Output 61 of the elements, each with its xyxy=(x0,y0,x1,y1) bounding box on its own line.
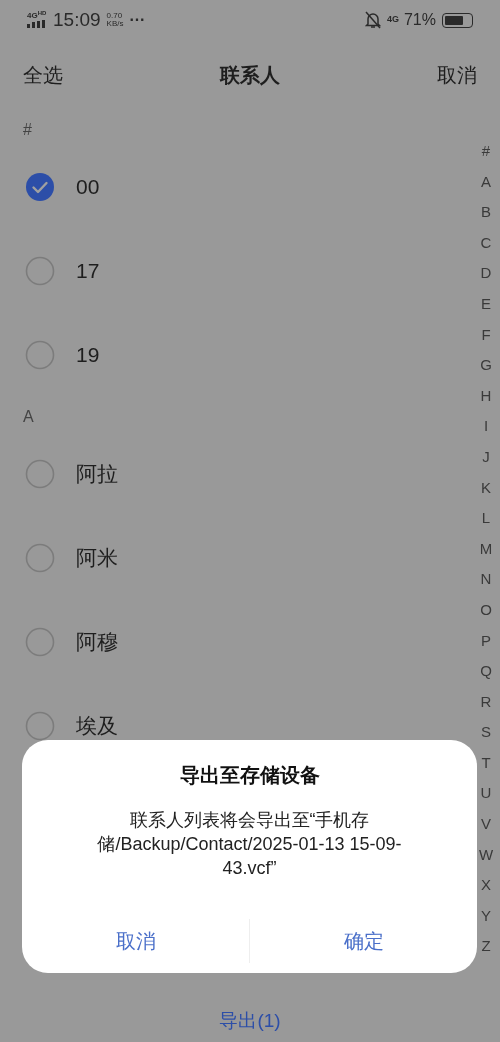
index-letter[interactable]: Z xyxy=(481,931,491,963)
contact-name[interactable]: 00 xyxy=(76,175,100,199)
speed-value: 0.70 xyxy=(106,12,124,20)
index-letter[interactable]: V xyxy=(481,809,491,840)
index-letter[interactable]: C xyxy=(480,227,492,259)
checkbox-icon[interactable] xyxy=(25,543,55,573)
battery-fill xyxy=(445,15,463,25)
network-label: 4G$^{HD}$ xyxy=(27,12,47,20)
checkbox-icon[interactable] xyxy=(25,256,55,286)
section-letter: # xyxy=(23,119,32,140)
section-letter: A xyxy=(23,406,34,427)
index-letter[interactable]: A xyxy=(481,166,491,198)
checkbox-icon[interactable] xyxy=(25,459,55,489)
index-letter[interactable]: F xyxy=(481,319,491,351)
dialog-button[interactable]: 取消 xyxy=(99,919,172,963)
contact-name[interactable]: 17 xyxy=(76,259,100,283)
index-letter[interactable]: Y xyxy=(481,900,491,932)
contact-name[interactable]: 19 xyxy=(76,343,100,367)
checkbox-icon[interactable] xyxy=(25,711,55,741)
clock: 15:09 xyxy=(53,7,101,32)
dialog-title: 导出至存储设备 xyxy=(179,763,320,788)
dialog-message: 联系人列表将会导出至“手机存储/Backup/Contact/2025-01-13 15-09-43.vcf” xyxy=(96,809,403,880)
index-letter[interactable]: I xyxy=(483,411,489,442)
speed-unit: KB/s xyxy=(106,20,124,28)
index-letter[interactable]: P xyxy=(481,625,491,657)
page-title: 联系人 xyxy=(220,63,280,88)
checkbox-icon[interactable] xyxy=(25,627,55,657)
select-all-button[interactable]: 全选 xyxy=(23,60,63,90)
mobile-data-label: 4G xyxy=(386,13,399,27)
contact-name[interactable]: 阿拉 xyxy=(76,462,118,486)
index-letter[interactable]: X xyxy=(481,870,491,901)
index-letter[interactable]: E xyxy=(481,288,491,320)
index-letter[interactable]: Q xyxy=(480,656,492,687)
index-letter[interactable]: T xyxy=(481,747,491,779)
index-letter[interactable]: B xyxy=(481,197,491,228)
index-letter[interactable]: M xyxy=(479,533,493,565)
muted-bell-icon xyxy=(364,11,381,29)
index-letter[interactable]: G xyxy=(480,350,492,381)
contact-name[interactable]: 阿穆 xyxy=(76,630,118,654)
battery-percent: 71% xyxy=(403,10,436,30)
index-letter[interactable]: K xyxy=(481,472,491,504)
checkbox-icon[interactable] xyxy=(25,340,55,370)
index-letter[interactable]: S xyxy=(481,717,491,748)
export-button[interactable]: 导出(1) xyxy=(219,1006,281,1036)
signal-icon xyxy=(27,20,47,28)
contact-name[interactable]: 阿米 xyxy=(76,546,118,570)
index-letter[interactable]: O xyxy=(480,594,492,626)
checked-checkbox-icon[interactable] xyxy=(25,172,55,202)
index-letter[interactable]: L xyxy=(481,503,491,534)
contact-name[interactable]: 埃及 xyxy=(76,714,118,738)
index-letter[interactable]: # xyxy=(481,136,491,167)
index-letter[interactable]: U xyxy=(480,778,492,810)
index-letter[interactable]: W xyxy=(478,839,494,871)
index-letter[interactable]: J xyxy=(482,441,490,473)
index-letter[interactable]: N xyxy=(480,564,492,595)
dialog-button[interactable]: 确定 xyxy=(327,919,400,963)
cancel-button[interactable]: 取消 xyxy=(437,60,477,90)
index-letter[interactable]: R xyxy=(480,686,492,718)
index-letter[interactable]: H xyxy=(480,380,492,412)
more-indicator: ··· xyxy=(129,10,146,30)
index-letter[interactable]: D xyxy=(480,258,492,289)
